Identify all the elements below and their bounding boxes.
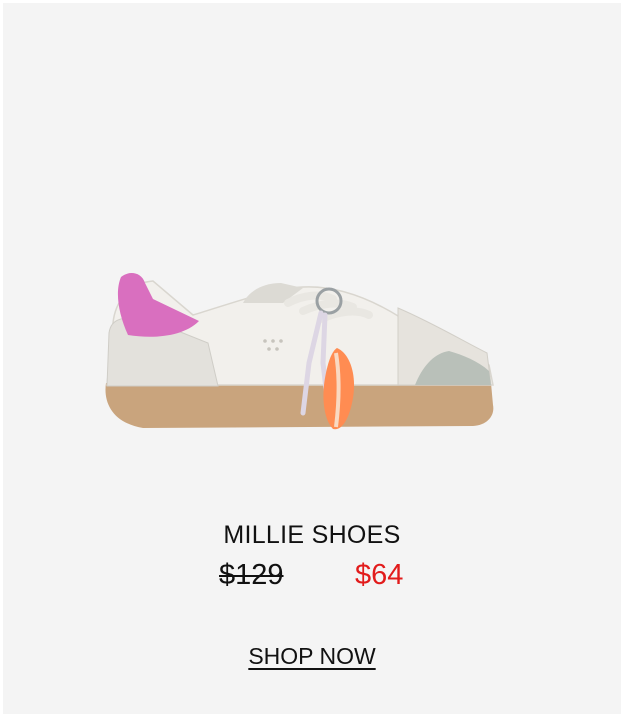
sale-price: $64 xyxy=(355,559,404,591)
product-card: MILLIE SHOES $129 $64 SHOP NOW xyxy=(3,3,621,714)
shop-now-link[interactable]: SHOP NOW xyxy=(248,643,375,669)
original-price: $129 xyxy=(219,559,284,591)
product-name: MILLIE SHOES xyxy=(223,521,401,549)
price-row: $129 $64 xyxy=(3,559,621,599)
sneaker-pink-heel-tab xyxy=(117,273,199,337)
product-image-sneaker[interactable] xyxy=(3,3,621,503)
shop-now-container: SHOP NOW xyxy=(3,643,621,670)
sneaker-sole xyxy=(105,383,494,428)
